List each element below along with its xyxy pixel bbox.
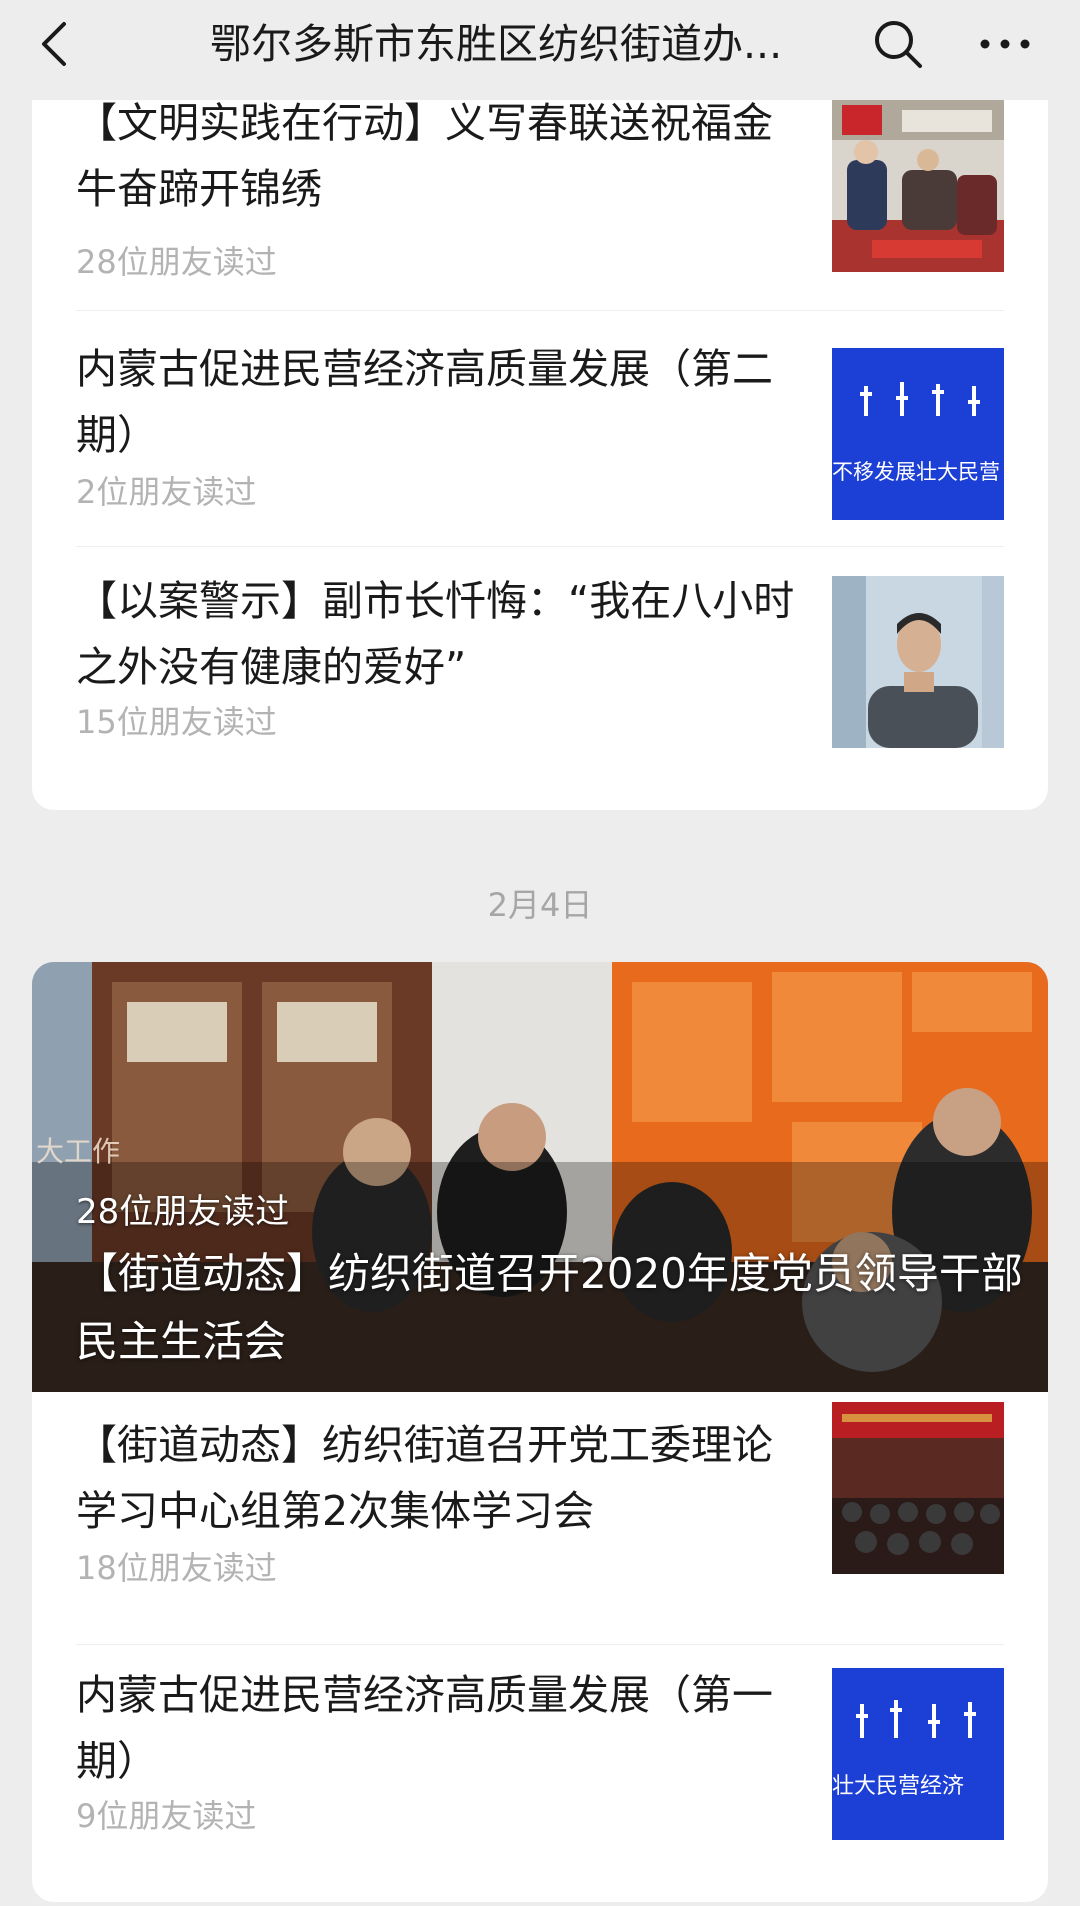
hero-banner-text: 大工作 [36, 1135, 121, 1168]
thumbnail-caption: 壮大民营经济 [832, 1774, 965, 1799]
divider [76, 310, 1004, 311]
top-bar: 鄂尔多斯市东胜区纺织街道办... [0, 0, 1080, 100]
article-title: 【以案警示】副市长忏悔：“我在八小时之外没有健康的爱好” [76, 577, 795, 691]
article-reads: 15位朋友读过 [76, 703, 277, 741]
article-item[interactable]: 内蒙古促进民营经济高质量发展（第一期） 9位朋友读过 壮大民营经济 [32, 1646, 1048, 1902]
article-item[interactable]: 【以案警示】副市长忏悔：“我在八小时之外没有健康的爱好” 15位朋友读过 [32, 548, 1048, 810]
more-icon [980, 39, 1030, 49]
article-item[interactable]: 【街道动态】纺织街道召开党工委理论学习中心组第2次集体学习会 18位朋友读过 [32, 1392, 1048, 1642]
divider [76, 546, 1004, 547]
article-reads: 28位朋友读过 [76, 1192, 290, 1232]
back-button[interactable] [30, 14, 90, 74]
article-title: 【街道动态】纺织街道召开2020年度党员领导干部民主生活会 [76, 1249, 1023, 1366]
more-button[interactable] [970, 14, 1040, 74]
divider [76, 1644, 1004, 1645]
article-thumbnail: 不移发展壮大民营 [832, 348, 1004, 520]
article-reads: 28位朋友读过 [76, 243, 277, 281]
hero-article[interactable]: 大工作 28位朋友读过 【街道动态】纺织街道召开2020年度党员领导干部民主生活… [32, 962, 1048, 1392]
article-title: 内蒙古促进民营经济高质量发展（第二期） [76, 345, 773, 459]
article-item[interactable]: 内蒙古促进民营经济高质量发展（第二期） 2位朋友读过 不移发展壮大民营 [32, 312, 1048, 542]
article-reads: 2位朋友读过 [76, 473, 257, 511]
search-button[interactable] [868, 14, 928, 74]
article-thumbnail [832, 576, 1004, 748]
article-title: 内蒙古促进民营经济高质量发展（第一期） [76, 1671, 773, 1785]
search-icon [875, 21, 922, 68]
thumbnail-caption: 不移发展壮大民营 [832, 460, 1000, 484]
chevron-left-icon [42, 22, 66, 66]
article-title: 【文明实践在行动】义写春联送祝福金牛奋蹄开锦绣 [76, 99, 773, 213]
article-reads: 9位朋友读过 [76, 1797, 257, 1835]
article-group-card: 大工作 28位朋友读过 【街道动态】纺织街道召开2020年度党员领导干部民主生活… [32, 962, 1048, 1902]
article-title: 【街道动态】纺织街道召开党工委理论学习中心组第2次集体学习会 [76, 1421, 773, 1535]
article-thumbnail [832, 1402, 1004, 1574]
article-thumbnail: 壮大民营经济 [832, 1668, 1004, 1840]
page-title: 鄂尔多斯市东胜区纺织街道办... [210, 20, 783, 68]
date-label: 2月4日 [487, 886, 593, 924]
article-group-card: 【文明实践在行动】义写春联送祝福金牛奋蹄开锦绣 28位朋友读过 内蒙古促进民营经… [32, 60, 1048, 810]
article-thumbnail [832, 100, 1004, 272]
article-reads: 18位朋友读过 [76, 1549, 277, 1587]
